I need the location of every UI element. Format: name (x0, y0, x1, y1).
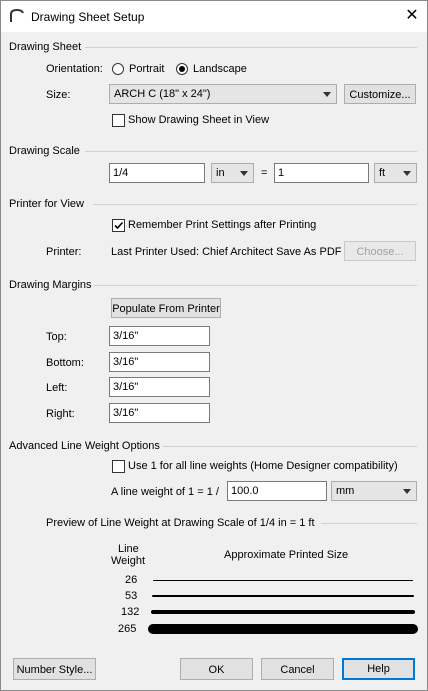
portrait-radio[interactable] (112, 63, 124, 75)
ok-button[interactable]: OK (180, 658, 253, 680)
orientation-label: Orientation: (46, 63, 103, 75)
chevron-down-icon (240, 171, 248, 176)
printer-value: Last Printer Used: Chief Architect Save … (111, 246, 342, 258)
scale-left-unit-value: in (216, 167, 225, 179)
weight-ratio-input[interactable]: 100.0 (227, 481, 327, 501)
size-select-value: ARCH C (18" x 24") (114, 88, 211, 100)
app-logo-icon (10, 9, 24, 22)
scale-left-input[interactable]: 1/4 (109, 163, 205, 183)
scale-right-unit-value: ft (379, 167, 386, 179)
margin-right-input[interactable]: 3/16" (109, 403, 210, 423)
close-icon[interactable]: ✕ (401, 5, 423, 27)
line-weight-26-sample (153, 580, 413, 581)
section-line-weight-header: Advanced Line Weight Options (9, 440, 160, 452)
help-button[interactable]: Help (342, 658, 415, 680)
margin-top-label: Top: (46, 331, 67, 343)
line-weight-132-sample (151, 610, 415, 614)
size-select[interactable]: ARCH C (18" x 24") (109, 84, 337, 104)
landscape-label[interactable]: Landscape (193, 63, 247, 75)
margin-left-label: Left: (46, 382, 68, 394)
equals-sign: = (261, 167, 268, 179)
col-weight-label: Weight (111, 555, 146, 567)
section-drawing-sheet-header: Drawing Sheet (9, 41, 82, 53)
weight-53-label: 53 (125, 590, 138, 602)
section-divider (163, 446, 417, 447)
weight-26-label: 26 (125, 574, 138, 586)
dialog-window: Drawing Sheet Setup ✕ Drawing Sheet Orie… (0, 0, 428, 691)
chevron-down-icon (323, 92, 331, 97)
section-divider (93, 285, 417, 286)
customize-button[interactable]: Customize... (344, 84, 416, 104)
use1-checkbox[interactable] (112, 460, 125, 473)
margin-right-label: Right: (46, 408, 75, 420)
section-divider (85, 151, 417, 152)
scale-right-input[interactable]: 1 (274, 163, 369, 183)
title-bar[interactable]: Drawing Sheet Setup ✕ (1, 1, 427, 32)
show-sheet-checkbox[interactable] (112, 114, 125, 127)
scale-right-unit-select[interactable]: ft (374, 163, 417, 183)
use1-label[interactable]: Use 1 for all line weights (Home Designe… (128, 460, 398, 472)
chevron-down-icon (403, 171, 411, 176)
section-drawing-scale-header: Drawing Scale (9, 145, 80, 157)
checkmark-icon (114, 221, 124, 230)
weight-132-label: 132 (121, 606, 140, 618)
line-weight-265-sample (148, 624, 418, 634)
show-sheet-label[interactable]: Show Drawing Sheet in View (128, 114, 269, 126)
col-size-label: Approximate Printed Size (224, 549, 349, 561)
chevron-down-icon (403, 489, 411, 494)
window-title: Drawing Sheet Setup (31, 10, 145, 24)
margin-left-input[interactable]: 3/16" (109, 377, 210, 397)
choose-printer-button[interactable]: Choose... (344, 241, 416, 261)
margin-bottom-label: Bottom: (46, 357, 84, 369)
section-divider (85, 47, 417, 48)
section-divider (93, 204, 417, 205)
size-label: Size: (46, 89, 71, 101)
remember-print-label[interactable]: Remember Print Settings after Printing (128, 219, 316, 231)
weight-265-label: 265 (118, 623, 137, 635)
weight-unit-select[interactable]: mm (331, 481, 417, 501)
cancel-button[interactable]: Cancel (261, 658, 334, 680)
printer-label: Printer: (46, 246, 82, 258)
section-divider (321, 523, 417, 524)
landscape-radio[interactable] (176, 63, 188, 75)
margin-bottom-input[interactable]: 3/16" (109, 352, 210, 372)
line-weight-53-sample (152, 595, 414, 597)
margin-top-input[interactable]: 3/16" (109, 326, 210, 346)
col-line-label: Line (118, 543, 139, 555)
populate-from-printer-button[interactable]: Populate From Printer (111, 298, 221, 318)
remember-print-checkbox[interactable] (112, 219, 125, 232)
weight-ratio-label: A line weight of 1 = 1 / (111, 486, 219, 498)
scale-left-unit-select[interactable]: in (211, 163, 254, 183)
section-printer-header: Printer for View (9, 198, 84, 210)
preview-header: Preview of Line Weight at Drawing Scale … (46, 517, 315, 529)
radio-selected-dot (179, 66, 185, 72)
section-margins-header: Drawing Margins (9, 279, 92, 291)
portrait-label[interactable]: Portrait (129, 63, 164, 75)
weight-unit-value: mm (336, 485, 355, 497)
number-style-button[interactable]: Number Style... (13, 658, 96, 680)
